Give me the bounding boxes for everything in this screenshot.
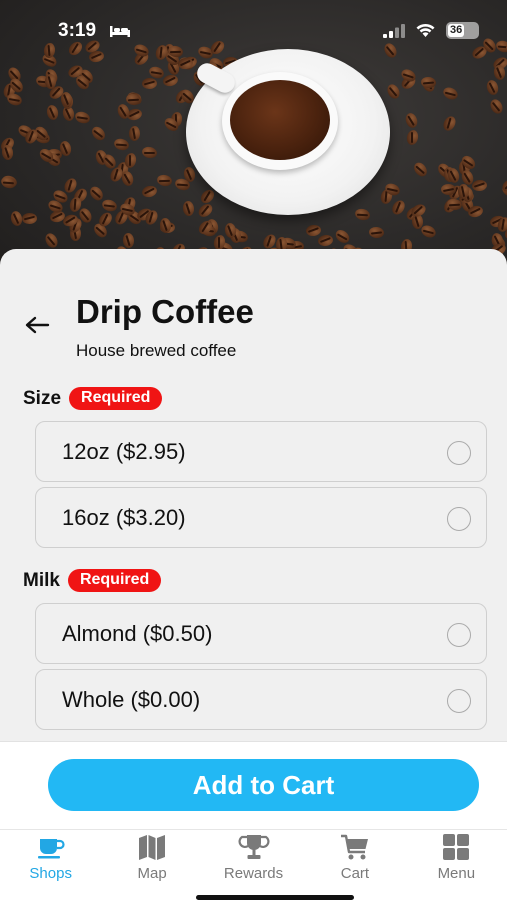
battery-icon: 36 bbox=[446, 22, 479, 39]
coffee-bean bbox=[161, 73, 179, 88]
milk-group-label: Milk Required bbox=[23, 569, 162, 592]
coffee-bean bbox=[440, 183, 456, 196]
option-label: 12oz ($2.95) bbox=[62, 438, 186, 464]
coffee-bean bbox=[5, 91, 24, 108]
coffee-bean bbox=[112, 137, 130, 152]
trophy-icon bbox=[238, 835, 270, 859]
coffee-cup-icon bbox=[37, 839, 65, 859]
cart-icon bbox=[340, 834, 368, 860]
coffee-bean bbox=[8, 209, 24, 228]
coffee-bean bbox=[119, 169, 135, 188]
tab-rewards[interactable]: Rewards bbox=[203, 830, 304, 900]
group-label-text: Size bbox=[23, 387, 62, 409]
radio-button[interactable] bbox=[447, 507, 471, 531]
coffee-bean bbox=[471, 179, 488, 192]
milk-option-whole[interactable]: Whole ($0.00) bbox=[35, 669, 487, 730]
status-time: 3:19 bbox=[58, 20, 97, 41]
coffee-bean bbox=[384, 82, 402, 101]
coffee-bean bbox=[441, 84, 460, 102]
tab-shops[interactable]: Shops bbox=[0, 830, 101, 900]
signal-icon bbox=[383, 23, 405, 38]
tab-label: Map bbox=[137, 865, 167, 882]
coffee-bean bbox=[317, 233, 335, 248]
size-option-12oz[interactable]: 12oz ($2.95) bbox=[35, 421, 487, 482]
radio-button[interactable] bbox=[447, 689, 471, 713]
coffee-bean bbox=[196, 201, 216, 220]
coffee-surface bbox=[230, 80, 330, 160]
option-label: Whole ($0.00) bbox=[62, 686, 201, 712]
coffee-bean bbox=[89, 123, 108, 143]
cta-container: Add to Cart bbox=[0, 741, 507, 829]
coffee-bean bbox=[411, 159, 430, 179]
coffee-bean bbox=[73, 110, 92, 126]
coffee-bean bbox=[122, 232, 135, 248]
radio-button[interactable] bbox=[447, 623, 471, 647]
grid-icon bbox=[443, 834, 470, 860]
home-indicator[interactable] bbox=[196, 895, 354, 900]
size-option-16oz[interactable]: 16oz ($3.20) bbox=[35, 487, 487, 548]
coffee-bean bbox=[484, 78, 500, 96]
coffee-bean bbox=[441, 114, 458, 133]
group-label-text: Milk bbox=[23, 569, 60, 591]
coffee-bean bbox=[45, 104, 60, 122]
coffee-bean bbox=[142, 77, 158, 89]
coffee-bean bbox=[21, 212, 38, 225]
coffee-bean bbox=[197, 187, 217, 206]
map-icon bbox=[139, 835, 166, 860]
coffee-bean bbox=[304, 223, 322, 237]
coffee-bean bbox=[457, 183, 469, 199]
tab-label: Shops bbox=[29, 865, 72, 882]
coffee-bean bbox=[403, 111, 420, 130]
tab-cart[interactable]: Cart bbox=[304, 830, 405, 900]
coffee-bean bbox=[405, 129, 420, 147]
radio-button[interactable] bbox=[447, 441, 471, 465]
sleep-focus-icon bbox=[110, 26, 130, 37]
product-title: Drip Coffee bbox=[76, 293, 254, 330]
coffee-bean bbox=[488, 97, 505, 116]
coffee-bean bbox=[354, 206, 372, 222]
coffee-bean bbox=[390, 198, 408, 217]
required-badge: Required bbox=[67, 569, 162, 592]
coffee-bean bbox=[182, 200, 195, 217]
coffee-bean bbox=[59, 90, 73, 108]
required-badge: Required bbox=[69, 387, 163, 410]
coffee-bean bbox=[140, 184, 158, 199]
coffee-bean bbox=[223, 221, 237, 239]
status-bar: 3:19 36 bbox=[0, 0, 507, 60]
option-label: 16oz ($3.20) bbox=[62, 504, 186, 530]
tab-label: Rewards bbox=[223, 865, 284, 882]
add-to-cart-button[interactable]: Add to Cart bbox=[48, 759, 479, 811]
tab-menu[interactable]: Menu bbox=[406, 830, 507, 900]
coffee-bean bbox=[156, 174, 174, 188]
size-group-label: Size Required bbox=[23, 387, 163, 410]
coffee-bean bbox=[100, 198, 119, 214]
product-sheet: Drip Coffee House brewed coffee Size Req… bbox=[0, 249, 507, 741]
tab-bar: Shops Map Rewards Cart Menu bbox=[0, 829, 507, 900]
back-arrow-icon[interactable] bbox=[24, 315, 50, 335]
option-label: Almond ($0.50) bbox=[62, 620, 213, 646]
tab-label: Menu bbox=[437, 865, 476, 882]
coffee-bean bbox=[368, 226, 385, 239]
product-subtitle: House brewed coffee bbox=[76, 341, 237, 360]
milk-option-almond[interactable]: Almond ($0.50) bbox=[35, 603, 487, 664]
battery-level: 36 bbox=[448, 24, 465, 37]
coffee-bean bbox=[42, 231, 60, 251]
tab-label: Cart bbox=[340, 865, 370, 882]
coffee-bean bbox=[140, 145, 158, 160]
tab-map[interactable]: Map bbox=[101, 830, 202, 900]
coffee-bean bbox=[123, 151, 138, 169]
wifi-icon bbox=[416, 23, 435, 37]
coffee-bean bbox=[128, 126, 141, 142]
